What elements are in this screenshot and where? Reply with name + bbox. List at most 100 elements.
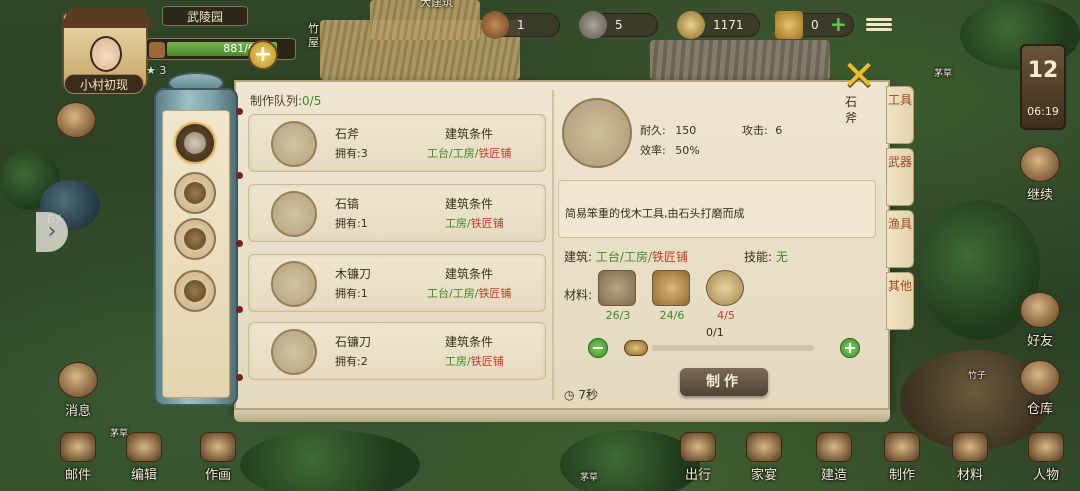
recipe-owned: 拥有:1 [335, 217, 368, 230]
decrease-quantity-button[interactable]: − [588, 338, 608, 358]
continue-button[interactable]: 继续 [1014, 146, 1066, 203]
materials-button[interactable]: 材料 [942, 432, 998, 483]
armor-icon [184, 228, 206, 250]
craft-time-value: 7秒 [578, 388, 598, 402]
wood-icon [481, 11, 509, 39]
binding-ring [236, 108, 243, 115]
rope-icon [706, 270, 744, 306]
condition-part: 铁匠铺 [478, 287, 512, 300]
condition-part: 工房 [445, 217, 467, 230]
world-label: 竹子 [968, 371, 987, 381]
recipe-item[interactable]: 石镰刀 拥有:2 建筑条件 工房/铁匠铺 [248, 322, 546, 380]
edit-icon [126, 432, 162, 462]
condition-part: 工房 [623, 250, 648, 264]
friends-button[interactable]: 好友 [1014, 292, 1066, 349]
helmet-icon [184, 182, 206, 204]
materials-label: 材料: [564, 288, 593, 302]
build-icon [816, 432, 852, 462]
warehouse-button[interactable]: 仓库 [1014, 360, 1066, 417]
building-value: 工台/工房/铁匠铺 [596, 250, 688, 264]
make-button[interactable]: 制作 [680, 368, 768, 396]
material-stone[interactable]: 26/3 [598, 270, 638, 322]
side-tab-weapons[interactable]: 武器 [886, 148, 914, 206]
binding-ring [236, 240, 243, 247]
material-stone-count: 26/3 [605, 309, 631, 322]
coin-stack-icon [624, 340, 648, 356]
resource-stone-value: 5 [615, 18, 623, 32]
binding-ring [236, 172, 243, 179]
side-tab-tools[interactable]: 工具 [886, 86, 914, 144]
condition-part: 工台 [427, 147, 449, 160]
travel-button[interactable]: 出行 [670, 432, 726, 483]
binding-ring [236, 374, 243, 381]
edit-button[interactable]: 编辑 [116, 432, 172, 483]
material-plank[interactable]: 24/6 [652, 270, 692, 322]
add-stamina-button[interactable]: + [248, 40, 278, 70]
stone-axe-large-icon [562, 98, 632, 168]
bush [240, 430, 420, 491]
category-tab-armor[interactable] [174, 218, 216, 260]
quantity-slider[interactable] [652, 345, 814, 351]
condition-part: 工房 [452, 287, 475, 300]
pouch-icon [184, 280, 206, 302]
avatar-face [90, 36, 122, 72]
ticket-icon [775, 11, 803, 39]
condition-part: 工台 [595, 250, 620, 264]
craft-label: 制作 [888, 468, 915, 483]
calendar-day: 12 [1027, 58, 1059, 83]
building-label: 建筑: [564, 250, 593, 264]
material-rope-count: 4/5 [717, 309, 735, 322]
recipe-item[interactable]: 石镐 拥有:1 建筑条件 工房/铁匠铺 [248, 184, 546, 242]
recipe-condition: 工台/工房/铁匠铺 [427, 285, 511, 301]
category-tab-tools[interactable] [174, 122, 216, 164]
axe-icon [184, 132, 206, 154]
paint-button[interactable]: 作画 [190, 432, 246, 483]
characters-button[interactable]: 人物 [1016, 432, 1076, 483]
world-label: 大建筑 [420, 0, 453, 9]
message-button[interactable]: 消息 [52, 362, 104, 419]
menu-icon[interactable] [866, 16, 892, 34]
panel-divider [552, 90, 554, 400]
craft-queue-text: 制作队列: [250, 94, 303, 108]
recipe-name: 石镰刀 [335, 335, 372, 349]
increase-quantity-button[interactable]: + [840, 338, 860, 358]
efficiency-value: 50% [675, 144, 700, 157]
recipe-item[interactable]: 石斧 拥有:3 建筑条件 工台/工房/铁匠铺 [248, 114, 546, 172]
hammer-icon [884, 432, 920, 462]
stone-icon [579, 11, 607, 39]
category-tab-weapons[interactable] [174, 172, 216, 214]
world-label: 茅草 [580, 473, 599, 483]
category-tab-accessories[interactable] [174, 270, 216, 312]
prosperity-label: ★ 3 [146, 64, 166, 77]
close-icon[interactable]: ✕ [836, 56, 882, 96]
mail-button[interactable]: 邮件 [50, 432, 106, 483]
world-label: 竹屋 [308, 22, 319, 49]
craft-button[interactable]: 制作 [874, 432, 930, 483]
recipe-item[interactable]: 木镰刀 拥有:1 建筑条件 工台/工房/铁匠铺 [248, 254, 546, 312]
banquet-button[interactable]: 家宴 [736, 432, 792, 483]
recipe-condition-title: 建筑条件 [445, 127, 494, 141]
material-rope[interactable]: 4/5 [706, 270, 746, 322]
side-tab-fishing[interactable]: 渔具 [886, 210, 914, 268]
stone-axe-icon [271, 121, 317, 167]
build-button[interactable]: 建造 [806, 432, 862, 483]
attack-stat: 攻击: 6 [742, 122, 782, 138]
recipe-condition-title: 建筑条件 [445, 267, 494, 281]
characters-icon [1028, 432, 1064, 462]
recipe-name: 石斧 [335, 127, 360, 141]
place-name[interactable]: 武陵园 [162, 6, 248, 26]
condition-part: 工房 [452, 147, 475, 160]
side-tab-other[interactable]: 其他 [886, 272, 914, 330]
add-ticket-button[interactable]: + [830, 14, 848, 34]
binding-ring [236, 306, 243, 313]
craft-time: ◷ 7秒 [564, 386, 598, 403]
message-icon [58, 362, 98, 398]
left-widget[interactable] [56, 102, 96, 140]
clock-time: 06:19 [1027, 105, 1059, 118]
calendar-widget[interactable]: 12 06:19 [1020, 44, 1066, 130]
recipe-name: 石镐 [335, 197, 360, 211]
condition-part: 铁匠铺 [478, 147, 512, 160]
skill-label: 技能: [744, 250, 773, 264]
mail-label: 邮件 [64, 468, 91, 483]
resource-wood-value: 1 [517, 18, 525, 32]
